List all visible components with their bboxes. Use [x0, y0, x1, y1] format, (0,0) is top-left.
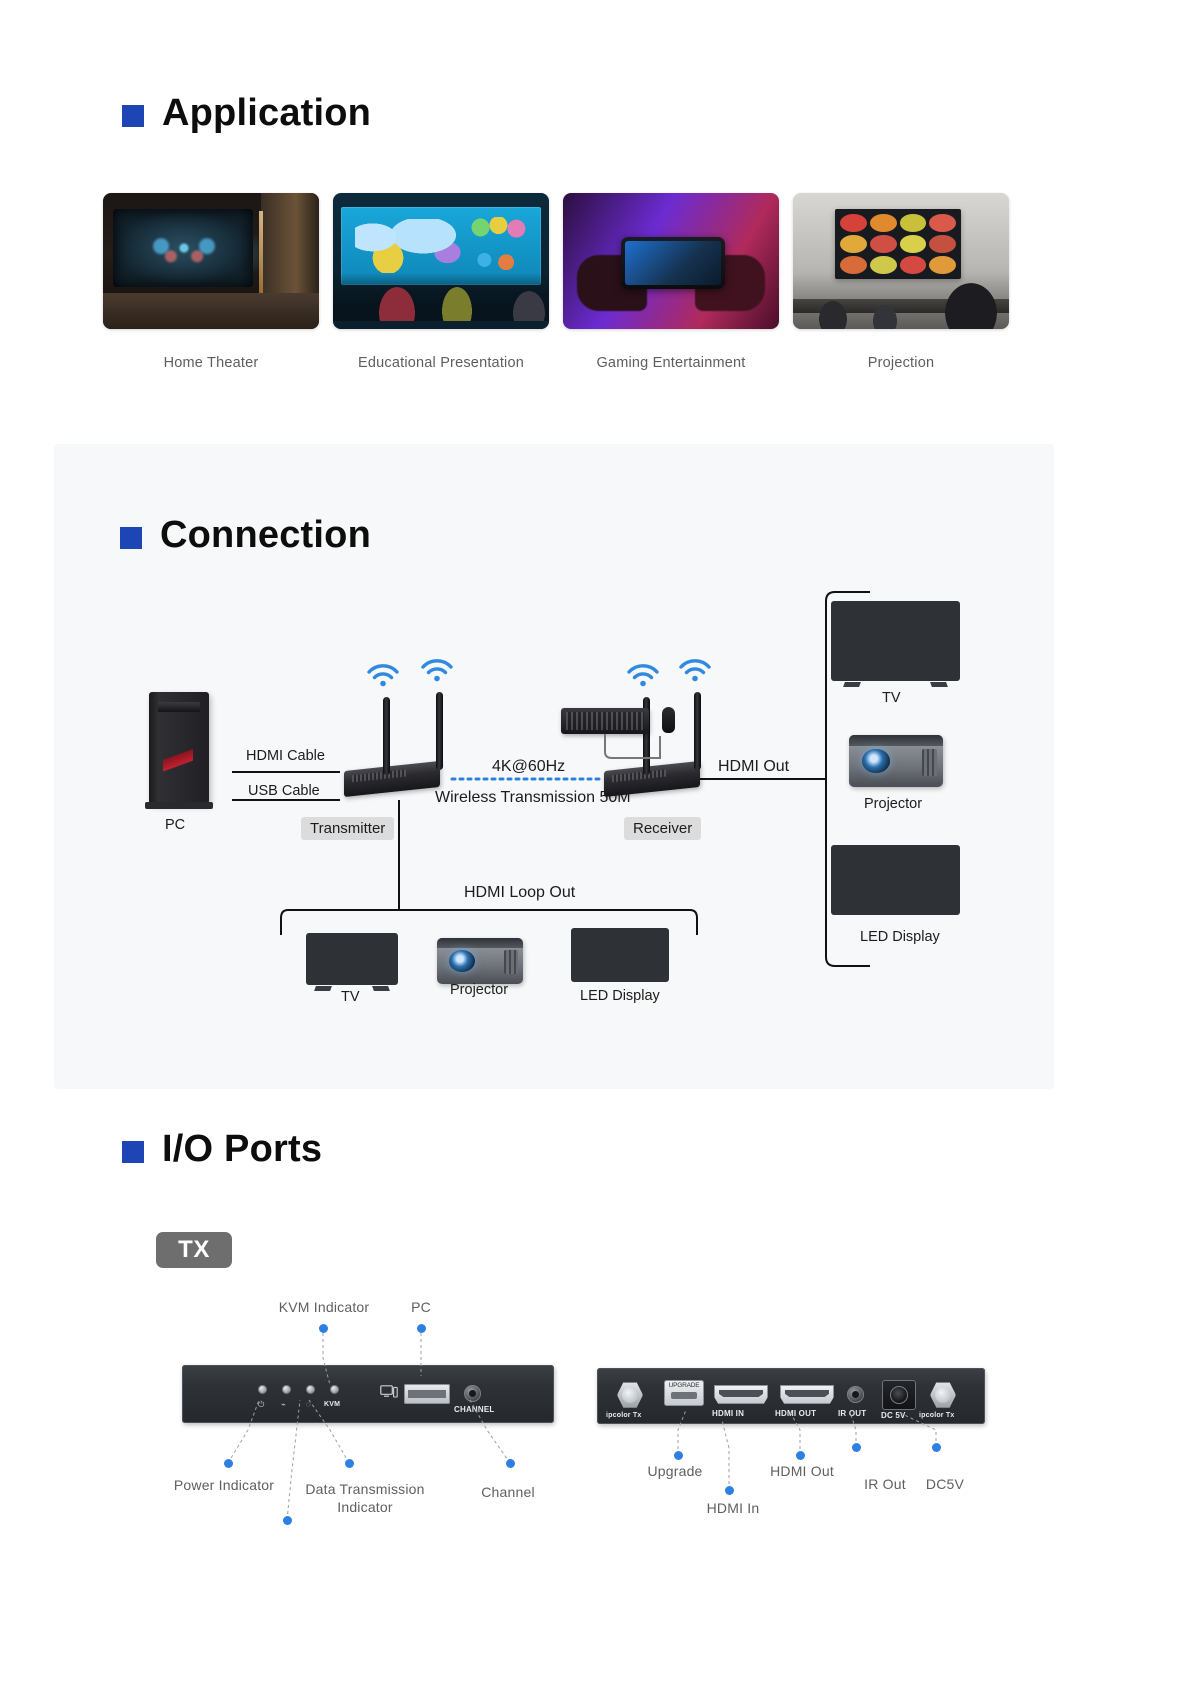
- decor-top: [849, 735, 943, 747]
- dc-power-port: [882, 1380, 916, 1410]
- callout-upgrade: Upgrade: [647, 1463, 703, 1479]
- wifi-indicator-led: [282, 1385, 291, 1394]
- ipcolor-right-label: ipcolor Tx: [919, 1412, 955, 1419]
- ipcolor-left-label: ipcolor Tx: [606, 1412, 642, 1419]
- callout-hdmi-in: HDMI In: [706, 1500, 760, 1516]
- dc-label: DC 5V: [881, 1411, 906, 1420]
- usb-a-port: [404, 1384, 450, 1404]
- callout-hdmi-out: HDMI Out: [770, 1463, 834, 1479]
- decor-accent: [163, 726, 193, 788]
- data-indicator-led: [306, 1385, 315, 1394]
- wifi-icon: [421, 659, 453, 682]
- wifi-icon: [679, 659, 711, 682]
- loop-device-label-tv: TV: [341, 989, 360, 1005]
- section-title: I/O Ports: [162, 1128, 323, 1170]
- pc-tower-illustration: [145, 692, 213, 809]
- callout-dot: [506, 1459, 515, 1468]
- projector-grill: [922, 748, 938, 776]
- wifi-glyph-icon: ⌁: [281, 1400, 286, 1409]
- wifi-icon: [367, 664, 399, 687]
- receiver-antenna-right: [694, 692, 701, 770]
- decor-top: [437, 938, 523, 949]
- antenna-connector-right: [930, 1382, 956, 1408]
- hdmi-out-label: HDMI Out: [718, 758, 790, 775]
- tv-stand: [842, 682, 949, 687]
- callout-dot: [319, 1324, 328, 1333]
- square-bullet-icon: [122, 1140, 144, 1163]
- power-indicator-led: [258, 1385, 267, 1394]
- upgrade-port-label: UPGRADE: [668, 1382, 700, 1389]
- hdmi-out-label: HDMI OUT: [775, 1409, 817, 1418]
- io-ports-heading: I/O Ports: [122, 1128, 1190, 1171]
- hdmi-out-port: [780, 1385, 834, 1404]
- projector-lens: [862, 748, 891, 774]
- callout-dc5v: DC5V: [925, 1476, 965, 1492]
- projector-grill: [504, 949, 518, 974]
- receiver-chip-label: Receiver: [624, 817, 702, 840]
- hdmi-in-label: HDMI IN: [712, 1409, 745, 1418]
- callout-dot: [725, 1486, 734, 1495]
- decor-base: [145, 802, 213, 809]
- callout-dot: [674, 1451, 683, 1460]
- pc-monitor-icon: [380, 1385, 398, 1398]
- wifi-icon: [627, 664, 659, 687]
- kvm-port-label: KVM: [324, 1401, 341, 1408]
- loop-projector-illustration: [437, 938, 523, 984]
- hdmi-cable-label: HDMI Cable: [246, 748, 325, 764]
- io-ports-section: I/O Ports: [0, 1128, 1190, 1171]
- connection-diagram: PC HDMI Cable USB Cable Transmitter 4K@6…: [0, 0, 1190, 1684]
- tx-rear-panel: ipcolor Tx UPGRADE HDMI IN HDMI OUT IR O…: [597, 1368, 985, 1424]
- callout-kvm-indicator: KVM Indicator: [278, 1299, 370, 1315]
- projector-lens: [449, 949, 475, 973]
- antenna-connector-left: [617, 1382, 643, 1408]
- transmitter-device: [344, 760, 440, 798]
- resolution-label: 4K@60Hz: [492, 758, 566, 775]
- projector-illustration: [849, 735, 943, 787]
- callout-dot: [345, 1459, 354, 1468]
- transmitter-antenna-right: [436, 692, 443, 770]
- right-device-label-led: LED Display: [860, 929, 940, 945]
- callout-dot: [852, 1443, 861, 1452]
- data-glyph-icon: ◌: [306, 1400, 311, 1409]
- wireless-transmission-label: Wireless Transmission 50M: [435, 789, 631, 806]
- right-device-label-projector: Projector: [864, 796, 923, 812]
- callout-dot: [283, 1516, 292, 1525]
- upgrade-port-slot: [671, 1392, 697, 1399]
- hdmi-loop-out-label: HDMI Loop Out: [464, 884, 576, 901]
- decor-vent: [352, 769, 406, 783]
- callout-dot: [796, 1451, 805, 1460]
- kvm-indicator-led: [330, 1385, 339, 1394]
- product-page: Application Home Theater Educational Pre…: [0, 0, 1190, 1684]
- channel-button[interactable]: [464, 1385, 481, 1402]
- peripheral-cables: [604, 734, 661, 759]
- channel-port-label: CHANNEL: [454, 1405, 495, 1414]
- usb-cable-label: USB Cable: [248, 783, 320, 799]
- transmitter-antenna-left: [383, 697, 390, 775]
- power-glyph-icon: ⏻: [258, 1400, 265, 1409]
- transmitter-chip-label: Transmitter: [301, 817, 395, 840]
- tv-illustration: [831, 601, 960, 687]
- tx-front-panel: ⏻ ⌁ ◌ KVM CHANNEL: [182, 1365, 554, 1423]
- callout-channel: Channel: [481, 1484, 535, 1500]
- loop-led-illustration: [571, 928, 669, 982]
- ir-out-jack: [847, 1386, 864, 1403]
- hdmi-in-port: [714, 1385, 768, 1404]
- pc-label: PC: [165, 817, 186, 833]
- loop-device-label-projector: Projector: [450, 982, 509, 998]
- tx-badge: TX: [156, 1232, 232, 1268]
- callout-pc: PC: [411, 1299, 431, 1315]
- callout-data-transmission-indicator: Data Transmission Indicator: [305, 1481, 425, 1515]
- right-device-label-tv: TV: [882, 690, 901, 706]
- loop-tv-illustration: [306, 933, 398, 991]
- callout-dot: [417, 1324, 426, 1333]
- ir-out-label: IR OUT: [838, 1409, 867, 1418]
- callout-power-indicator: Power Indicator: [173, 1477, 275, 1493]
- upgrade-micro-usb-port: UPGRADE: [664, 1380, 704, 1406]
- callout-dot: [224, 1459, 233, 1468]
- led-display-illustration: [831, 845, 960, 915]
- loop-device-label-led: LED Display: [580, 988, 660, 1004]
- callout-dot: [932, 1443, 941, 1452]
- connection-wiring: [232, 591, 870, 967]
